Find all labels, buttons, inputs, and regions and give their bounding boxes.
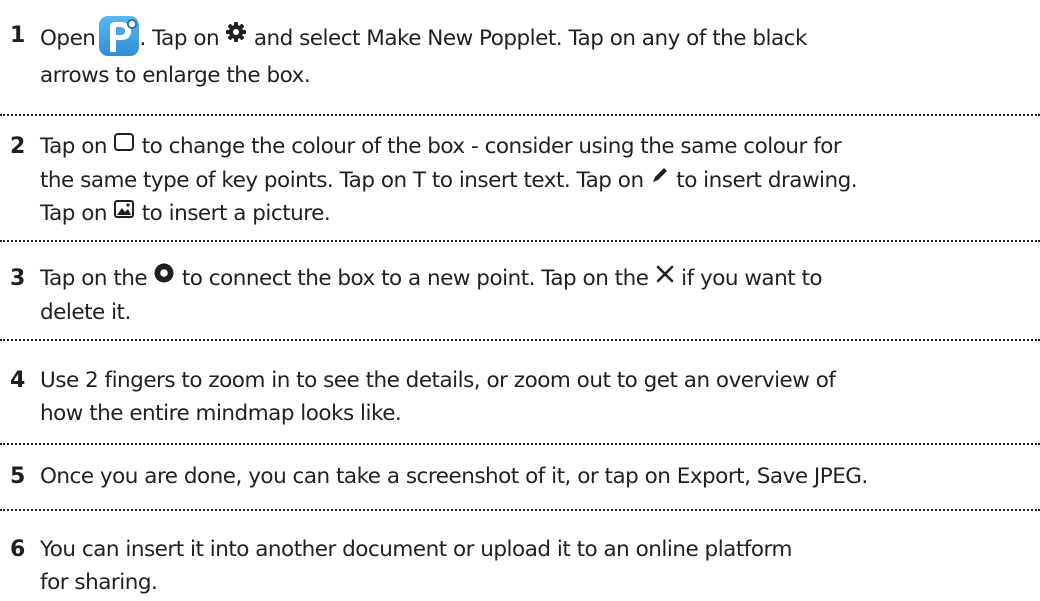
dotted-divider: [0, 114, 1040, 116]
dotted-divider: [0, 443, 1040, 445]
square-outline-icon: [113, 129, 135, 162]
step-text: You can insert it into another document …: [40, 537, 792, 595]
pencil-icon: [650, 162, 670, 195]
dotted-divider: [0, 240, 1040, 242]
step-text: Once you are done, you can take a screen…: [40, 464, 868, 489]
step-number: 3: [10, 266, 26, 291]
step-number: 2: [10, 134, 26, 159]
dotted-divider: [0, 339, 1040, 341]
step-text: Open . Tap on and select Make New Popple…: [40, 16, 1040, 92]
popplet-app-icon: [99, 16, 140, 56]
step-text: Tap on the to connect the box to a new p…: [40, 262, 1040, 329]
circle-connect-icon: [153, 261, 175, 294]
close-x-icon: [655, 261, 675, 294]
gear-icon: [225, 17, 247, 57]
dotted-divider: [0, 509, 1040, 511]
step-text: Use 2 fingers to zoom in to see the deta…: [40, 368, 836, 426]
step-text: Tap on to change the colour of the box -…: [40, 130, 1040, 231]
step-number: 6: [10, 537, 26, 562]
step-number: 4: [10, 368, 26, 393]
step-number: 5: [10, 464, 26, 489]
picture-icon: [113, 196, 135, 229]
step-number: 1: [10, 23, 26, 48]
